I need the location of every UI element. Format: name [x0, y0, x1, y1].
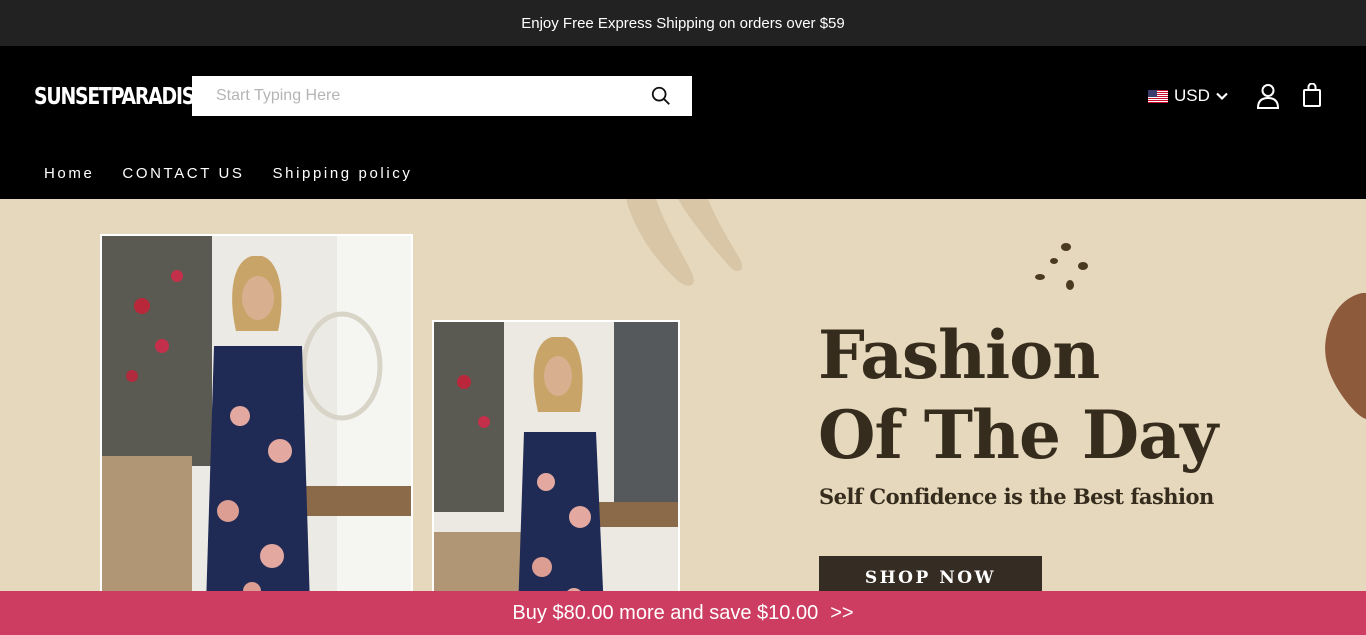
nav-item-contact-us[interactable]: CONTACT US — [122, 165, 244, 182]
chevron-down-icon — [1216, 92, 1228, 101]
hero-title: Fashion Of The Day — [818, 315, 1218, 475]
currency-label: USD — [1174, 86, 1210, 105]
model-photo-back[interactable] — [432, 320, 680, 591]
decorative-blob — [1325, 293, 1366, 419]
hero-title-line-1: Fashion — [818, 316, 1100, 394]
main-nav: Home CONTACT US Shipping policy — [44, 165, 412, 182]
hero-title-line-2: Of The Day — [818, 396, 1218, 474]
shopping-bag-icon[interactable] — [1302, 83, 1322, 107]
shop-now-button[interactable]: SHOP NOW — [819, 556, 1042, 591]
account-icon[interactable] — [1256, 83, 1280, 109]
announcement-bar: Enjoy Free Express Shipping on orders ov… — [0, 0, 1366, 46]
currency-selector[interactable]: USD — [1148, 86, 1228, 106]
promo-text: Buy $80.00 more and save $10.00 — [512, 601, 819, 624]
search-icon[interactable] — [650, 85, 672, 107]
search-bar — [192, 76, 692, 116]
site-header: SUNSETPARADIS USD Hom — [0, 46, 1366, 199]
decorative-brush-shape — [626, 199, 743, 286]
model-photo-back-image — [434, 322, 678, 591]
promo-arrows: >> — [830, 601, 854, 624]
hero-banner: Fashion Of The Day Self Confidence is th… — [0, 199, 1366, 591]
model-photo-front-image — [102, 236, 411, 591]
announcement-text: Enjoy Free Express Shipping on orders ov… — [521, 14, 845, 32]
model-photo-front[interactable] — [100, 234, 413, 591]
nav-item-home[interactable]: Home — [44, 165, 94, 182]
hero-subtitle: Self Confidence is the Best fashion — [819, 484, 1214, 509]
site-logo[interactable]: SUNSETPARADIS — [34, 84, 195, 110]
search-input[interactable] — [192, 76, 632, 116]
us-flag-icon — [1148, 89, 1168, 103]
promo-bar[interactable]: Buy $80.00 more and save $10.00 >> — [0, 591, 1366, 635]
decorative-dots — [1035, 243, 1088, 290]
nav-item-shipping-policy[interactable]: Shipping policy — [273, 165, 413, 182]
